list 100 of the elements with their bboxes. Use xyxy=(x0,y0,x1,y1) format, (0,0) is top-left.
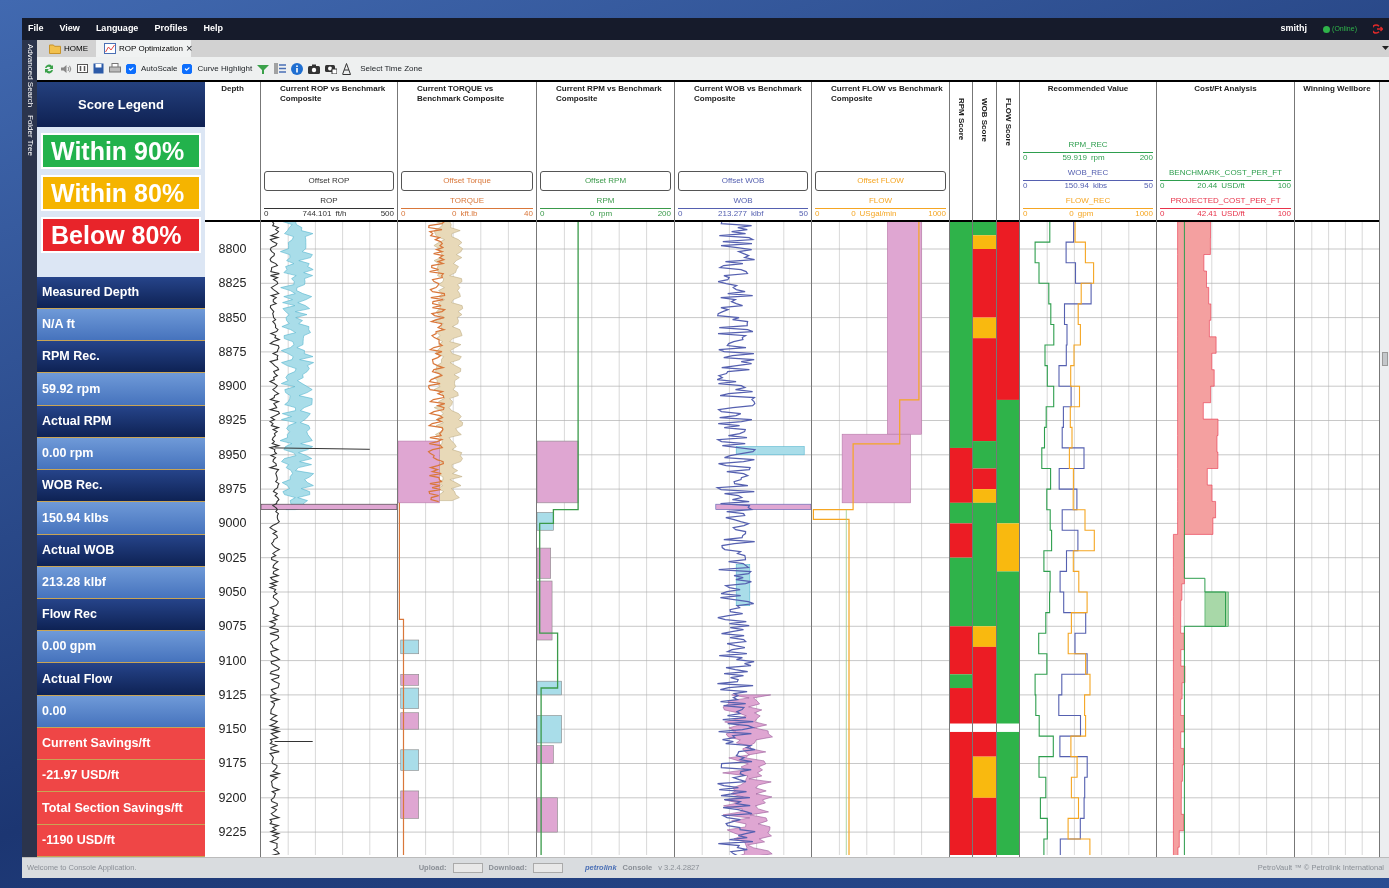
vertical-scrollbar[interactable] xyxy=(1380,82,1389,857)
close-icon[interactable]: × xyxy=(185,40,193,57)
curve-value: 0 xyxy=(851,209,856,219)
scale-min: 0 xyxy=(264,209,269,219)
readout-value: -21.97 USD/ft xyxy=(37,760,205,793)
scale-min: 0 xyxy=(540,209,545,219)
columns-icon[interactable] xyxy=(77,64,88,73)
menu-item[interactable]: File xyxy=(28,22,44,36)
list-icon[interactable] xyxy=(274,63,287,74)
status-dot-icon xyxy=(1323,25,1331,33)
side-tab[interactable]: Folder Tree xyxy=(23,115,36,157)
menu-item[interactable]: Help xyxy=(203,22,223,36)
text-icon[interactable] xyxy=(342,62,352,75)
checkbox[interactable] xyxy=(182,63,193,74)
funnel-icon[interactable] xyxy=(257,63,270,74)
readout-value: 0.00 xyxy=(37,695,205,728)
track-title: Recommended Value xyxy=(1046,84,1130,94)
scale-max: 1000 xyxy=(928,209,946,219)
depth-label: 9000 xyxy=(217,515,248,533)
depth-label: 9050 xyxy=(217,583,248,601)
track-title: Current ROP vs Benchmark Composite xyxy=(279,84,387,104)
depth-label: 9075 xyxy=(217,618,248,636)
scrollbar-thumb[interactable] xyxy=(1381,352,1388,366)
curve-name: WOB_REC xyxy=(1066,167,1110,179)
scale-max: 200 xyxy=(1139,153,1153,163)
depth-label: 8825 xyxy=(217,275,248,293)
curve-value: 150.94 xyxy=(1064,181,1089,191)
menu-item[interactable]: Language xyxy=(95,22,139,36)
curve-name: FLOW_REC xyxy=(1064,195,1112,207)
scale-min: 0 xyxy=(1023,153,1028,163)
scale-max: 1000 xyxy=(1135,209,1153,219)
camera-icon[interactable] xyxy=(308,63,321,74)
chart-icon xyxy=(104,43,116,54)
menu-item[interactable]: Profiles xyxy=(154,22,188,36)
readout-label: Actual Flow xyxy=(37,663,205,696)
curve-name: RPM xyxy=(595,195,616,207)
scale-max: 500 xyxy=(380,209,394,219)
readout-value: N/A ft xyxy=(37,308,205,342)
curve-name: ROP xyxy=(319,195,339,207)
checkbox-label: Curve Highlight xyxy=(197,62,253,75)
scale-max: 200 xyxy=(657,209,671,219)
scale-max: 100 xyxy=(1277,209,1291,219)
readout-label: RPM Rec. xyxy=(37,341,205,374)
readout-label: Total Section Savings/ft xyxy=(37,792,205,825)
track-title: Cost/Ft Analysis xyxy=(1193,84,1258,94)
curve-unit: ft/h xyxy=(335,209,347,219)
track-title: Current TORQUE vs Benchmark Composite xyxy=(416,84,506,104)
curve-name: BENCHMARK_COST_PER_FT xyxy=(1168,167,1283,179)
legend-swatch: Within 90% xyxy=(41,132,201,169)
depth-label: 8875 xyxy=(217,343,248,361)
offset-button[interactable]: Offset WOB xyxy=(678,171,808,191)
readout-value: 213.28 klbf xyxy=(37,566,205,599)
info-icon[interactable] xyxy=(291,62,304,75)
speaker-icon[interactable] xyxy=(60,63,72,74)
camera-icon[interactable] xyxy=(325,63,338,74)
curve-value: 20.44 xyxy=(1197,181,1218,191)
depth-label: 8850 xyxy=(217,309,248,327)
scale-min: 0 xyxy=(1023,181,1028,191)
readout-label: Current Savings/ft xyxy=(37,727,205,761)
tab[interactable]: HOME xyxy=(41,40,96,57)
checkbox[interactable] xyxy=(126,63,136,74)
legend-swatch: Within 80% xyxy=(41,174,201,211)
logout-icon[interactable] xyxy=(1373,24,1383,34)
curve-unit: USD/ft xyxy=(1221,181,1245,191)
dropdown-icon[interactable] xyxy=(1382,46,1389,51)
curve-unit: USgal/min xyxy=(859,209,897,219)
track-title: RPM Score xyxy=(956,98,966,141)
readout-value: 0.00 rpm xyxy=(37,437,205,471)
offset-button[interactable]: Offset RPM xyxy=(540,171,671,191)
track-title: Current RPM vs Benchmark Composite xyxy=(555,84,663,104)
time-zone-link[interactable]: Select Time Zone xyxy=(360,62,423,75)
scale-min: 0 xyxy=(1023,209,1028,219)
track-title: Current FLOW vs Benchmark Composite xyxy=(830,84,944,104)
offset-button[interactable]: Offset ROP xyxy=(264,171,394,191)
legend-title: Score Legend xyxy=(78,95,164,114)
track-title: Winning Wellbore xyxy=(1303,84,1371,94)
side-tab[interactable]: Advanced Search xyxy=(23,44,36,108)
depth-label: 9025 xyxy=(217,549,248,567)
depth-label: 9200 xyxy=(217,789,248,807)
depth-label: 9175 xyxy=(217,755,248,773)
save-icon[interactable] xyxy=(93,63,104,74)
curve-unit: kft.lb xyxy=(460,209,478,219)
readout-label: Actual WOB xyxy=(37,534,205,567)
readout-label: Actual RPM xyxy=(37,405,205,438)
readout-value: 150.94 klbs xyxy=(37,502,205,535)
legend-swatch: Below 80% xyxy=(41,216,201,253)
depth-label: 8950 xyxy=(217,446,248,464)
refresh-icon[interactable] xyxy=(43,62,55,75)
track-title: Current WOB vs Benchmark Composite xyxy=(693,84,803,104)
scale-max: 50 xyxy=(799,209,808,219)
depth-label: 9150 xyxy=(217,721,248,739)
readout-value: -1190 USD/ft xyxy=(37,824,205,857)
curve-unit: klbf xyxy=(751,209,764,219)
curve-name: PROJECTED_COST_PER_FT xyxy=(1169,195,1282,207)
track-title: Depth xyxy=(221,84,244,94)
print-icon[interactable] xyxy=(109,63,121,74)
readout-value: 0.00 gpm xyxy=(37,631,205,664)
depth-label: 8925 xyxy=(217,412,248,430)
scale-min: 0 xyxy=(678,209,683,219)
menu-item[interactable]: View xyxy=(59,22,80,36)
